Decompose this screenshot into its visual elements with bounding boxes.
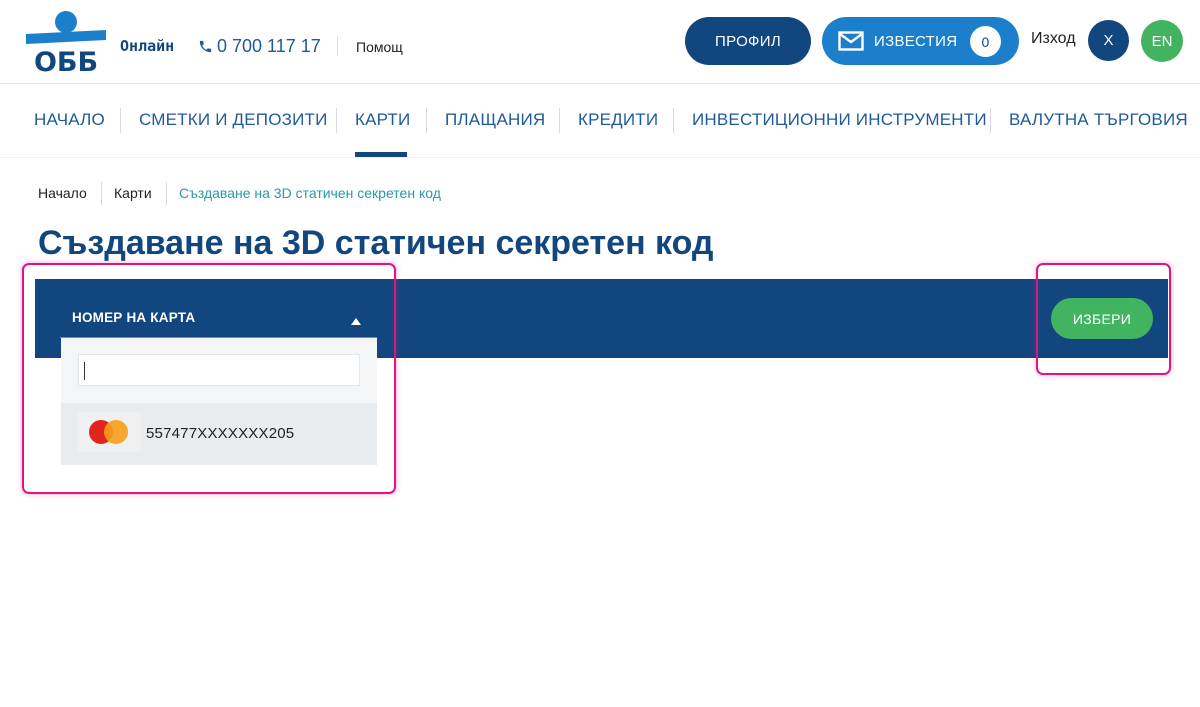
profile-button[interactable]: ПРОФИЛ: [685, 17, 811, 65]
phone-icon: [199, 40, 212, 53]
breadcrumb-divider: [166, 182, 167, 205]
highlight-dropdown: [22, 263, 396, 494]
main-nav: НАЧАЛО СМЕТКИ И ДЕПОЗИТИ КАРТИ ПЛАЩАНИЯ …: [0, 84, 1200, 158]
nav-item-payments[interactable]: ПЛАЩАНИЯ: [445, 110, 545, 130]
nav-active-indicator: [355, 152, 407, 157]
svg-text:ОББ: ОББ: [34, 47, 98, 72]
obb-logo[interactable]: ОББ: [24, 10, 108, 72]
nav-item-home[interactable]: НАЧАЛО: [34, 110, 105, 130]
nav-item-cards[interactable]: КАРТИ: [355, 110, 410, 130]
brand-subtitle: Онлайн: [120, 37, 175, 55]
nav-item-fx-trading[interactable]: ВАЛУТНА ТЪРГОВИЯ: [1009, 110, 1188, 130]
logout-link[interactable]: Изход: [1031, 30, 1076, 48]
breadcrumb-divider: [101, 182, 102, 205]
help-link[interactable]: Помощ: [356, 39, 403, 55]
nav-divider: [559, 108, 560, 133]
nav-divider: [990, 108, 991, 133]
top-header: ОББ Онлайн 0 700 117 17 Помощ ПРОФИЛ ИЗВ…: [0, 0, 1200, 84]
nav-divider: [426, 108, 427, 133]
notifications-count-badge: 0: [970, 26, 1001, 57]
header-divider: [337, 36, 338, 56]
page-title: Създаване на 3D статичен секретен код: [38, 224, 714, 262]
notifications-button[interactable]: ИЗВЕСТИЯ 0: [822, 17, 1019, 65]
language-switch[interactable]: EN: [1141, 20, 1183, 62]
nav-divider: [336, 108, 337, 133]
nav-divider: [120, 108, 121, 133]
user-avatar[interactable]: X: [1088, 20, 1129, 61]
nav-item-loans[interactable]: КРЕДИТИ: [578, 110, 658, 130]
phone-number: 0 700 117 17: [217, 36, 321, 56]
breadcrumb-cards[interactable]: Карти: [114, 185, 152, 201]
breadcrumb-current: Създаване на 3D статичен секретен код: [179, 185, 441, 201]
envelope-icon: [838, 31, 864, 51]
phone-link[interactable]: 0 700 117 17: [198, 36, 321, 57]
nav-divider: [673, 108, 674, 133]
highlight-select-button: [1036, 263, 1171, 375]
breadcrumb-home[interactable]: Начало: [38, 185, 87, 201]
nav-item-investments[interactable]: ИНВЕСТИЦИОННИ ИНСТРУМЕНТИ: [692, 110, 987, 130]
nav-item-accounts[interactable]: СМЕТКИ И ДЕПОЗИТИ: [139, 110, 328, 130]
notifications-label: ИЗВЕСТИЯ: [874, 32, 958, 50]
